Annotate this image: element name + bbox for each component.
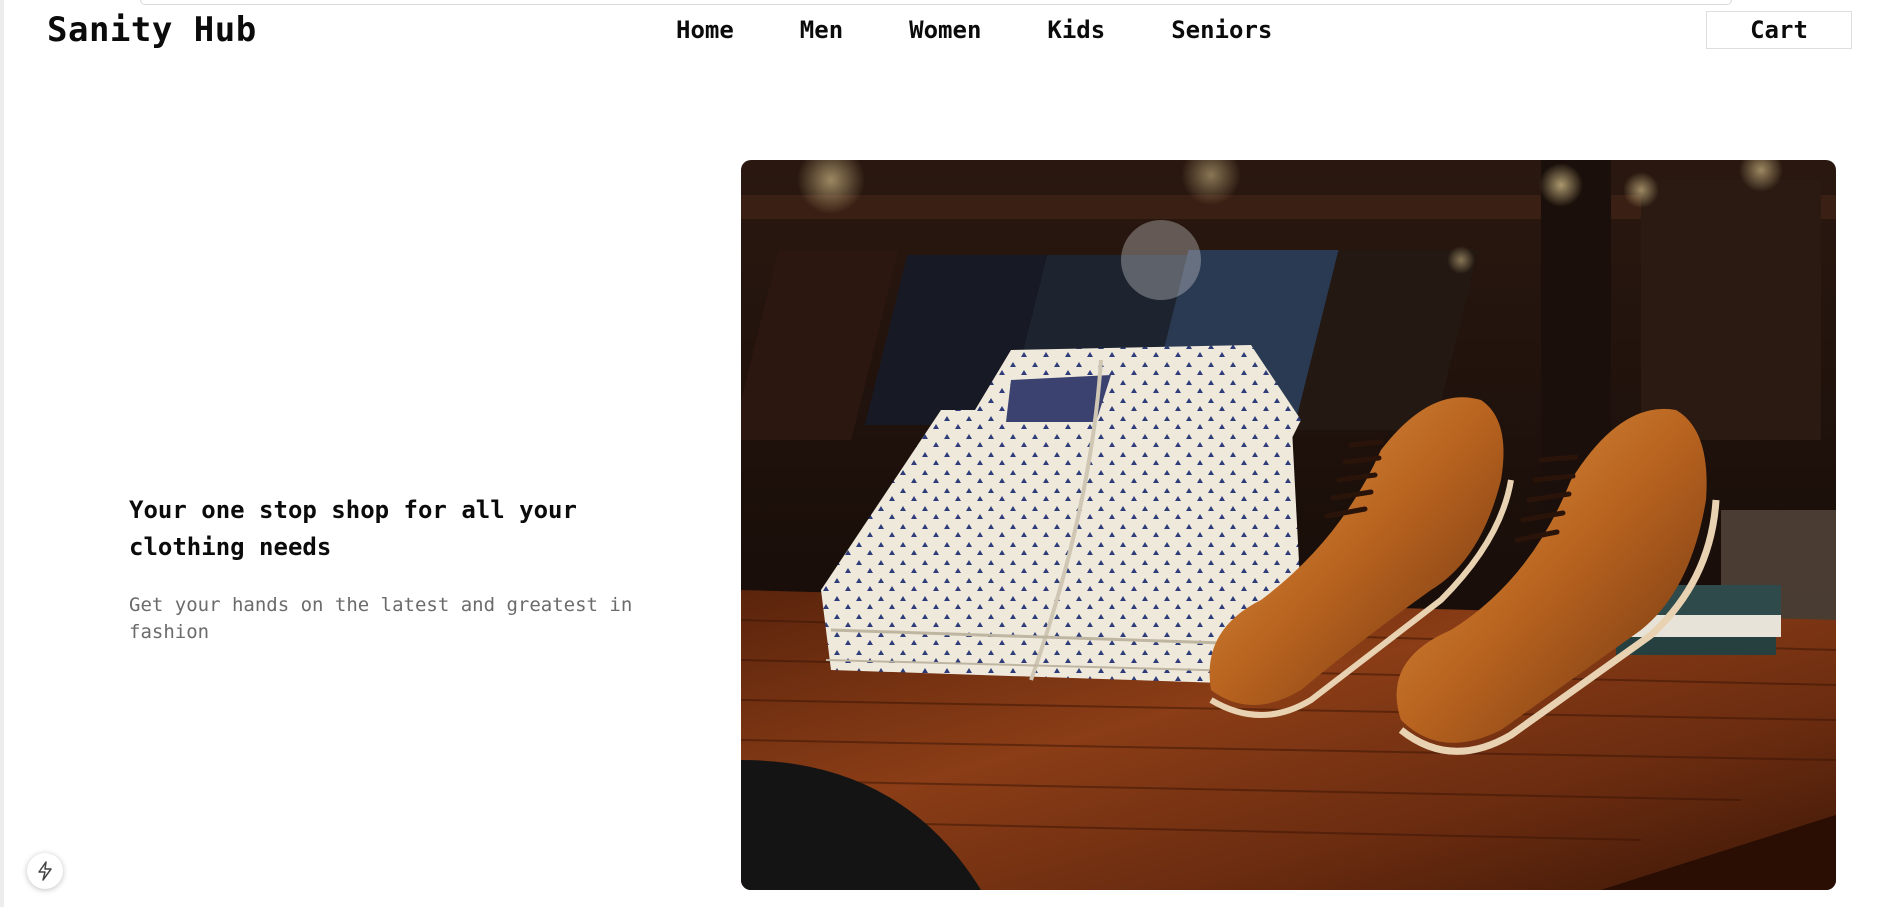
- window-edge: [0, 0, 4, 907]
- hero-title: Your one stop shop for all your clothing…: [129, 496, 577, 561]
- nav-home[interactable]: Home: [676, 16, 734, 44]
- nav-men[interactable]: Men: [800, 16, 843, 44]
- main-nav: Home Men Women Kids Seniors: [676, 16, 1272, 44]
- nav-women[interactable]: Women: [909, 16, 981, 44]
- bolt-button[interactable]: [27, 853, 63, 889]
- hero-photo: [741, 160, 1836, 890]
- bolt-icon: [38, 861, 52, 881]
- page: Sanity Hub Home Men Women Kids Seniors C…: [0, 0, 1894, 907]
- top-bar-edge: [140, 0, 1732, 5]
- nav-kids[interactable]: Kids: [1047, 16, 1105, 44]
- brand-logo[interactable]: Sanity Hub: [47, 10, 257, 50]
- cart-button[interactable]: Cart: [1706, 11, 1852, 49]
- hero-subtitle: Get your hands on the latest and greates…: [129, 594, 633, 643]
- nav-seniors[interactable]: Seniors: [1171, 16, 1272, 44]
- hero-image: [741, 160, 1836, 890]
